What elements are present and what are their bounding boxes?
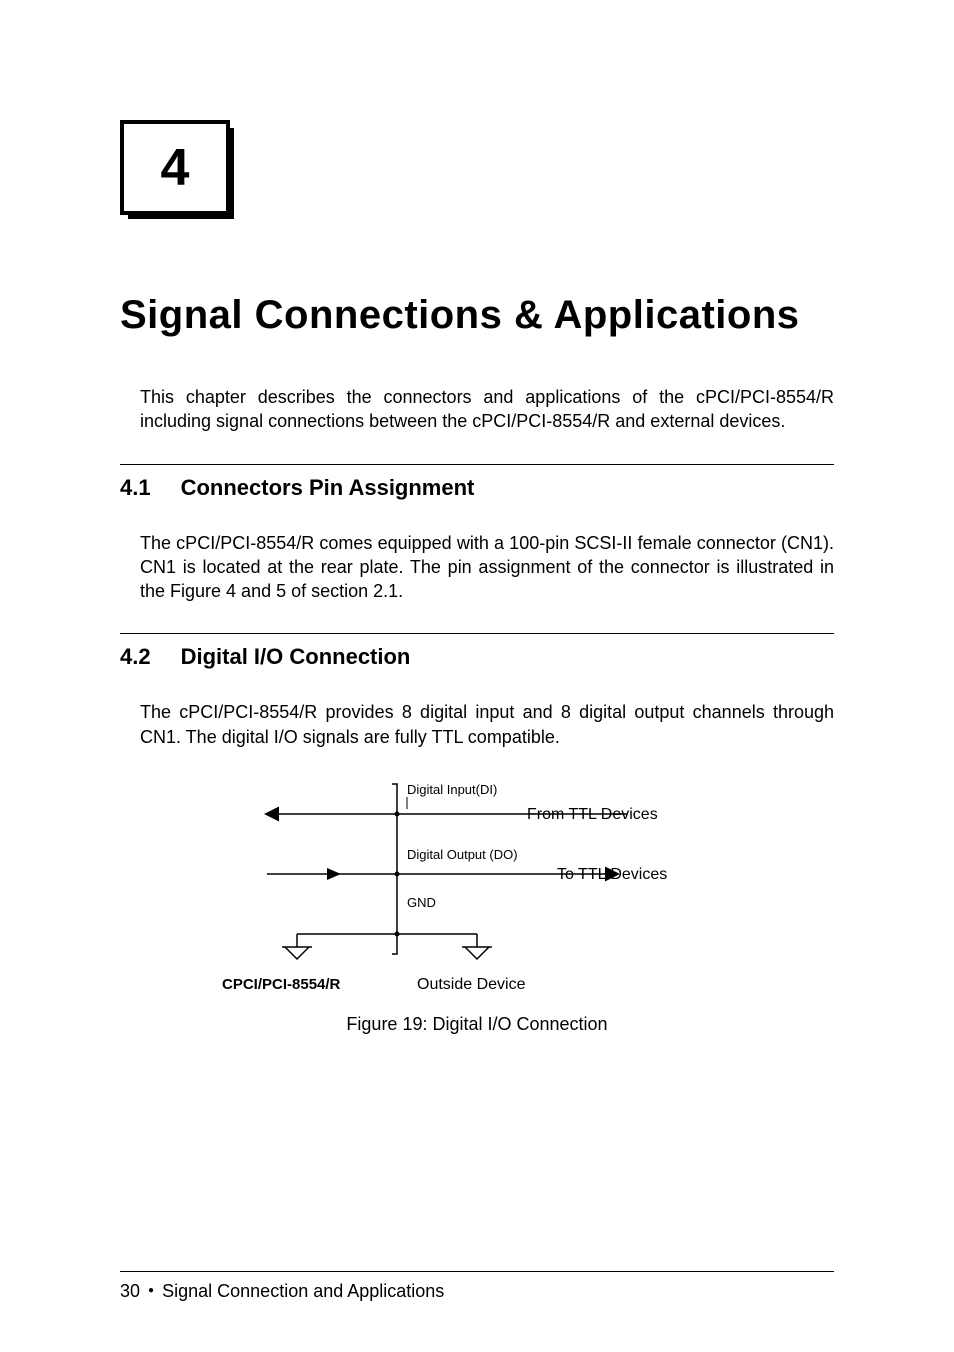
di-label: Digital Input(DI) (407, 782, 497, 797)
intro-paragraph: This chapter describes the connectors an… (140, 385, 834, 434)
section-divider (120, 464, 834, 465)
section-title: Digital I/O Connection (181, 644, 411, 670)
footer-divider (120, 1271, 834, 1272)
section-text-4-2: The cPCI/PCI-8554/R provides 8 digital i… (140, 700, 834, 749)
section-title: Connectors Pin Assignment (181, 475, 475, 501)
section-number: 4.2 (120, 644, 151, 670)
footer-section: Signal Connection and Applications (162, 1281, 444, 1301)
main-title: Signal Connections & Applications (120, 285, 834, 345)
chapter-number: 4 (161, 138, 190, 198)
section-divider (120, 633, 834, 634)
section-text-4-1: The cPCI/PCI-8554/R comes equipped with … (140, 531, 834, 604)
page-number: 30 (120, 1281, 140, 1301)
section-header-4-1: 4.1 Connectors Pin Assignment (120, 475, 834, 501)
from-ttl-label: From TTL Devices (527, 806, 658, 823)
gnd-label: GND (407, 895, 436, 910)
footer-text: 30 ● Signal Connection and Applications (120, 1281, 444, 1302)
do-label: Digital Output (DO) (407, 847, 518, 862)
diagram-svg: Digital Input(DI) From TTL Devices Digit… (197, 779, 757, 999)
figure-caption: Figure 19: Digital I/O Connection (120, 1014, 834, 1035)
section-number: 4.1 (120, 475, 151, 501)
section-header-4-2: 4.2 Digital I/O Connection (120, 644, 834, 670)
device-right-label: Outside Device (417, 976, 526, 993)
digital-io-diagram: Digital Input(DI) From TTL Devices Digit… (197, 779, 757, 999)
device-left-label: CPCI/PCI-8554/R (222, 976, 341, 993)
chapter-number-box: 4 (120, 120, 230, 215)
bullet-icon: ● (148, 1285, 154, 1296)
to-ttl-label: To TTL Devices (557, 866, 667, 883)
